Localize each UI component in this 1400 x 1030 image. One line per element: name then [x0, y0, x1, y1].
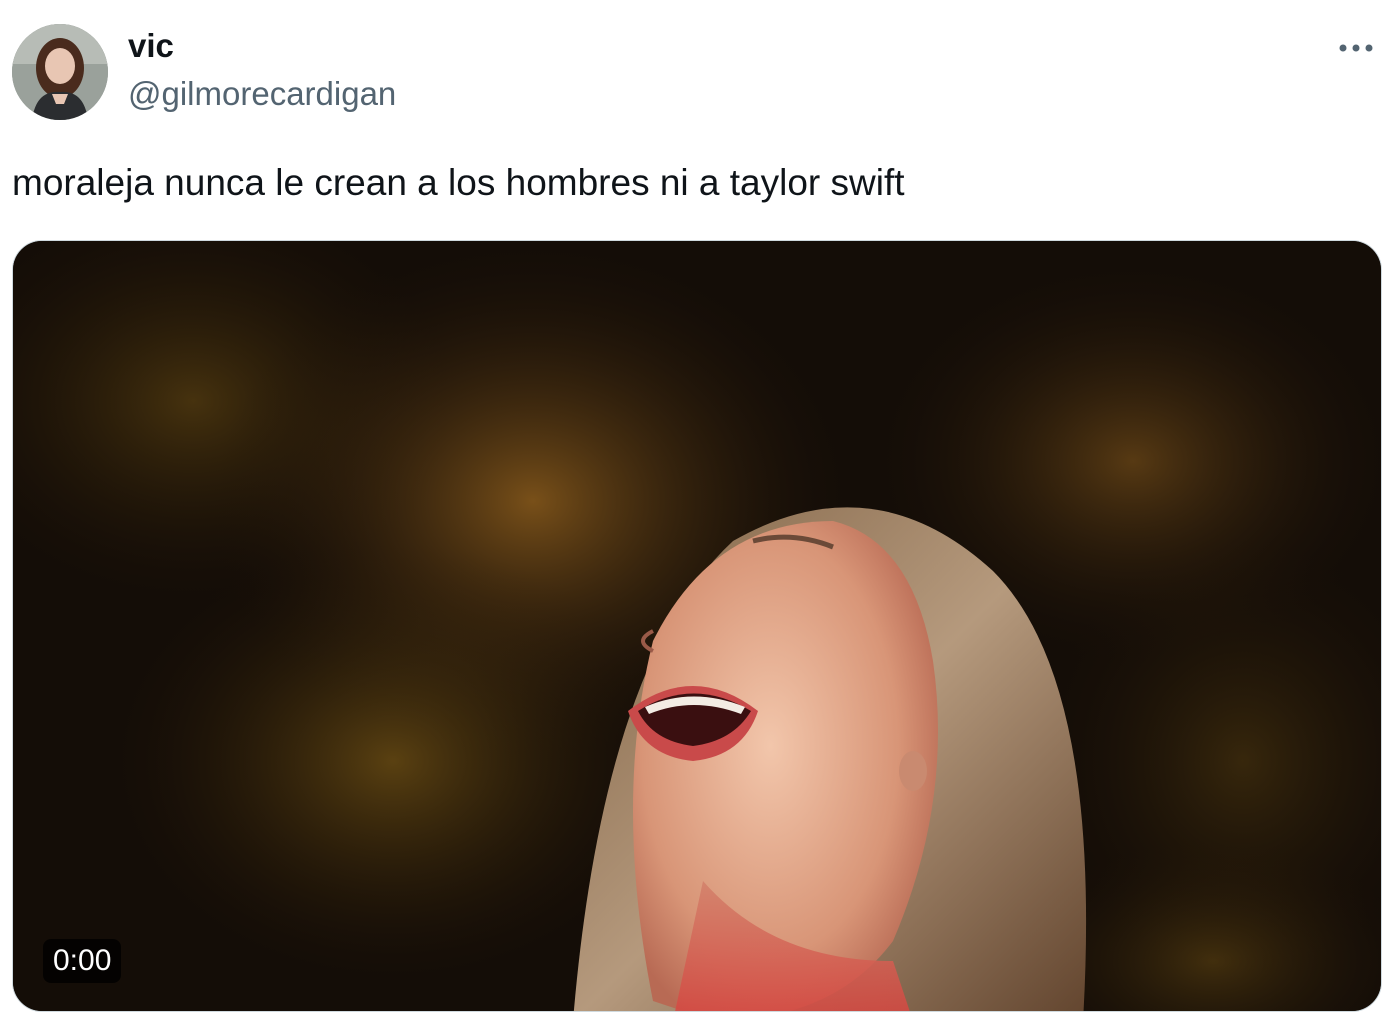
video-frame	[13, 241, 1381, 1011]
video-player[interactable]: 0:00	[12, 240, 1382, 1012]
tweet-text: moraleja nunca le crean a los hombres ni…	[12, 162, 905, 203]
display-name[interactable]: vic	[128, 26, 174, 66]
more-options-button[interactable]	[1334, 30, 1378, 66]
more-horizontal-icon	[1339, 44, 1373, 52]
video-timestamp: 0:00	[43, 939, 122, 983]
user-handle[interactable]: @gilmorecardigan	[128, 74, 396, 114]
avatar[interactable]	[12, 24, 108, 120]
tweet: vic @gilmorecardigan moraleja nunca le c…	[0, 0, 1400, 1030]
avatar-image	[12, 24, 108, 120]
